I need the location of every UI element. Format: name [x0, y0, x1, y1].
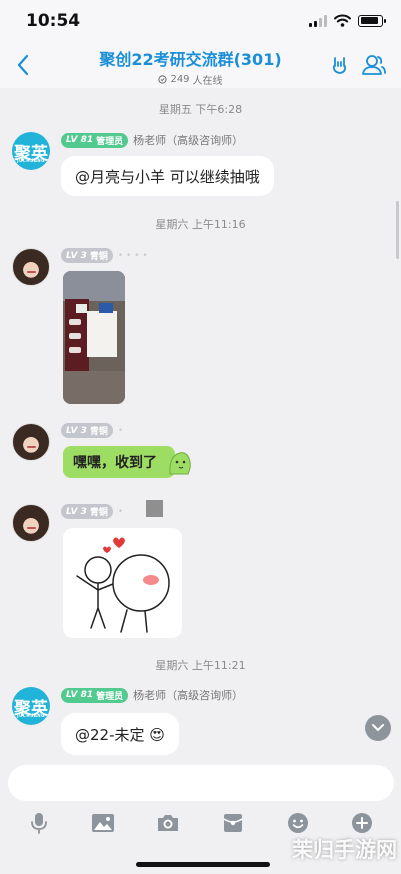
status-time: 10:54 [26, 11, 81, 31]
sticker-message[interactable] [63, 528, 182, 638]
message-text: @22-未定 😍 [75, 725, 165, 744]
message-bubble[interactable]: @22-未定 😍 [61, 713, 179, 755]
message-text: @月亮与小羊 可以继续抽哦 [75, 167, 260, 186]
back-button[interactable] [8, 50, 38, 80]
message-text: 嘿嘿，收到了 [73, 455, 157, 471]
photo-message[interactable] [63, 271, 125, 404]
group-title: 聚创22考研交流群(301) [99, 50, 282, 69]
avatar-logo-sub: JUCHUANG [17, 158, 45, 163]
header-center[interactable]: 聚创22考研交流群(301) 249 人在线 [60, 46, 321, 87]
image-icon [92, 814, 114, 832]
message-meta: LV 81 管理员 杨老师（高级咨询师） [61, 132, 243, 148]
microphone-icon [31, 813, 47, 834]
level-badge: LV 3 青铜 [61, 248, 113, 263]
message-meta: LV 3 青铜 • [61, 504, 123, 519]
avatar[interactable]: 聚英 JUCHUANG [12, 687, 50, 725]
level-badge: LV 3 青铜 [61, 504, 113, 519]
red-packet-button[interactable] [219, 809, 247, 837]
chevron-down-icon [372, 724, 384, 731]
status-icons [309, 14, 386, 27]
signal-icon [309, 14, 327, 27]
sender-name: 杨老师（高级咨询师） [133, 134, 244, 147]
status-bar: 10:54 [0, 0, 401, 44]
more-button[interactable] [348, 809, 376, 837]
group-members-button[interactable] [359, 50, 389, 80]
timestamp: 星期六 上午11:21 [155, 659, 246, 672]
emoji-icon [288, 813, 308, 833]
emoji-button[interactable] [284, 809, 312, 837]
red-packet-icon [223, 814, 243, 832]
image-button[interactable] [89, 809, 117, 837]
admin-badge: LV 81 管理员 [61, 132, 129, 148]
chat-header: 聚创22考研交流群(301) 249 人在线 [0, 44, 401, 88]
message-meta: LV 81 管理员 杨老师（高级咨询师） [61, 687, 243, 703]
sender-name: 杨老师（高级咨询师） [133, 689, 244, 702]
wifi-icon [334, 14, 351, 27]
home-indicator[interactable] [136, 862, 270, 867]
online-suffix: 人在线 [192, 76, 223, 87]
message-input[interactable] [8, 765, 394, 801]
voice-button[interactable] [25, 809, 53, 837]
dinosaur-decor-icon [169, 452, 191, 475]
hug-sticker-image [76, 537, 170, 633]
sender-name-blurred: • • • • [117, 250, 148, 261]
message-meta: LV 3 青铜 • • • • [61, 248, 148, 263]
timestamp: 星期五 下午6:28 [158, 103, 243, 116]
online-status: 249 人在线 [60, 72, 321, 87]
back-icon [17, 54, 29, 76]
camera-button[interactable] [154, 809, 182, 837]
avatar-logo-sub: JUCHUANG [17, 713, 45, 718]
plus-icon [352, 813, 372, 833]
group-members-icon [362, 55, 386, 75]
timestamp: 星期六 上午11:16 [155, 218, 246, 231]
message-bubble[interactable]: 嘿嘿，收到了 [63, 446, 175, 478]
scroll-down-button[interactable] [365, 715, 391, 741]
avatar[interactable]: 聚英 JUCHUANG [12, 132, 50, 170]
scrollbar[interactable] [396, 201, 399, 259]
watermark: 茉归手游网 [292, 838, 397, 862]
rock-hand-icon [332, 57, 347, 74]
avatar[interactable] [12, 423, 50, 461]
message-bubble[interactable]: @月亮与小羊 可以继续抽哦 [61, 156, 274, 196]
chat-area[interactable]: 星期五 下午6:28 聚英 JUCHUANG LV 81 管理员 杨老师（高级咨询… [0, 88, 401, 755]
online-dot-icon [158, 75, 168, 84]
admin-badge: LV 81 管理员 [61, 687, 129, 703]
sender-name-blurred: • [117, 425, 124, 436]
battery-icon [358, 14, 386, 27]
camera-icon [158, 815, 178, 831]
photo-image [63, 271, 125, 404]
sender-name-blurred: • [117, 506, 124, 517]
level-badge: LV 3 青铜 [61, 423, 113, 438]
rock-hand-button[interactable] [325, 50, 355, 80]
message-meta: LV 3 青铜 • [61, 423, 123, 438]
avatar[interactable] [12, 248, 50, 286]
avatar[interactable] [12, 504, 50, 542]
gray-placeholder [146, 500, 163, 517]
online-count: 249 [170, 74, 190, 85]
